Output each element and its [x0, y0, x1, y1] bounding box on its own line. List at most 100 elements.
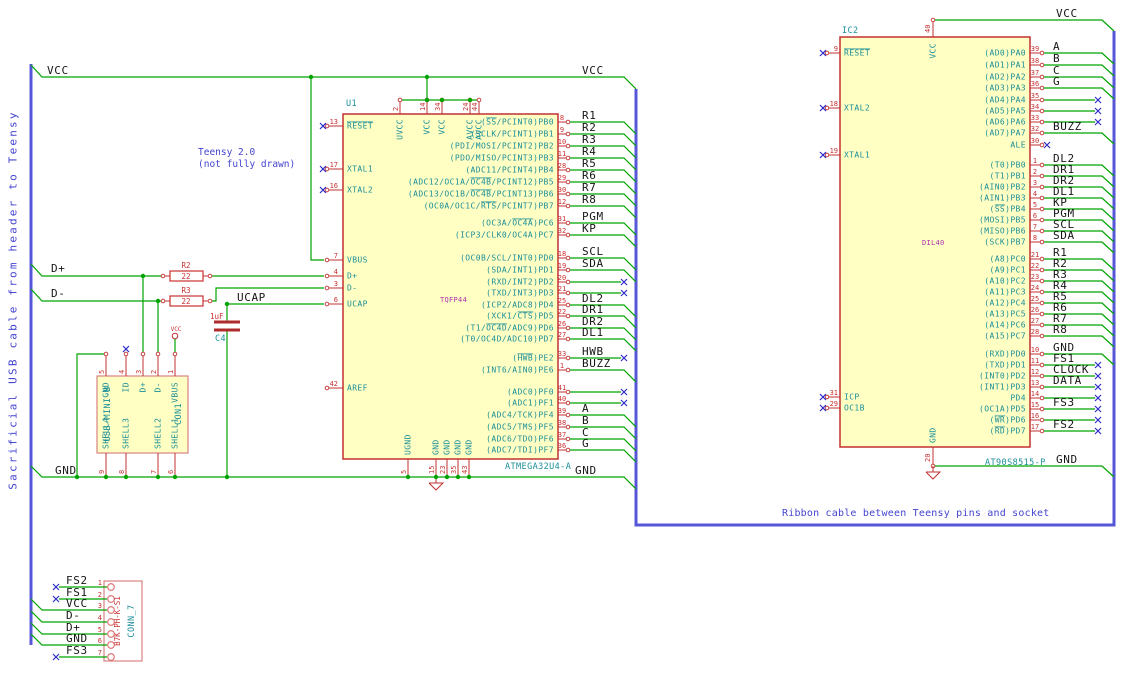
pin-end [1039, 130, 1045, 136]
left-cable-annotation: Sacrificial USB cable from header to Tee… [6, 110, 20, 490]
pin-number: 25 [1031, 295, 1039, 303]
pin-end [324, 166, 330, 172]
u1-ref: U1 [346, 99, 357, 109]
conn7-pad [107, 653, 115, 661]
net-label: GND [55, 464, 77, 477]
conn7-pad [107, 595, 115, 603]
wire-C [570, 438, 637, 452]
junction-dot [224, 474, 230, 480]
pin-number: 5 [400, 470, 408, 474]
pin-name: (ADC13/OC1B/OC4B/PCINT13)PB6 [408, 190, 554, 199]
net-label: FS2 [1053, 418, 1075, 431]
pin-end [324, 301, 330, 307]
pin-end [1039, 97, 1045, 103]
pin-end [160, 298, 166, 304]
pin-end [565, 302, 571, 308]
pin-name: (WR)PD6 [989, 416, 1026, 425]
pin-end [1039, 228, 1045, 234]
pin-number: 30 [1031, 137, 1039, 145]
net-label: DL1 [582, 326, 604, 339]
pin-name: (ICP3/CLK0/OC4A)PC7 [455, 231, 554, 240]
pin-number: 3 [334, 280, 338, 288]
pin-end [324, 187, 330, 193]
c4-capacitor[interactable] [214, 328, 240, 332]
pin-number: 29 [830, 400, 838, 408]
junction-dot [439, 97, 445, 103]
pin-name: UGND [404, 434, 413, 455]
junction-dot [172, 474, 178, 480]
wire-R3 [570, 145, 637, 159]
pin-number: 28 [558, 162, 566, 170]
pin-number: 24 [1031, 284, 1039, 292]
pin-name: (PDO/MISO/PCINT3)PB3 [450, 154, 554, 163]
pin-end [324, 257, 330, 263]
pin-number: 40 [924, 25, 932, 33]
pin-number: 16 [330, 182, 338, 190]
pin-name: (HWB)PE2 [512, 354, 554, 363]
pin-number: 4 [334, 268, 338, 276]
pin-number: 2 [98, 591, 102, 599]
net-label: VCC [1056, 7, 1078, 20]
resistor-r2-value: 22 [181, 272, 190, 281]
pin-end [1039, 289, 1045, 295]
pin-number: 9 [560, 126, 564, 134]
pin-name: (AD7)PA7 [984, 129, 1026, 138]
power-flag-label: VCC [171, 326, 182, 333]
pin-number: 3 [1033, 179, 1037, 187]
pin-number: 21 [1031, 251, 1039, 259]
pin-end [1039, 173, 1045, 179]
teensy-annotation-line2: (not fully drawn) [198, 159, 296, 170]
pin-end [324, 123, 330, 129]
pin-name: (OC1A)PD5 [979, 405, 1026, 414]
pin-end [1039, 217, 1045, 223]
pin-number: 15 [428, 466, 436, 474]
pin-name: (ADC5/TMS)PF5 [486, 423, 554, 432]
net-label: DATA [1053, 374, 1082, 387]
pin-number: 4 [118, 370, 126, 374]
pin-number: 30 [558, 186, 566, 194]
pin-number: 32 [1031, 125, 1039, 133]
pin-name: (AIN0)PB2 [979, 183, 1026, 192]
pin-number: 2 [392, 107, 400, 111]
pin-number: 23 [1031, 273, 1039, 281]
pin-name: (INT0)PD2 [979, 372, 1026, 381]
c4-value: 1uF [210, 312, 224, 321]
pin-end [207, 273, 213, 279]
pin-name: GND [102, 382, 111, 398]
ribbon-cable-annotation: Ribbon cable between Teensy pins and soc… [782, 508, 1050, 519]
pin-number: 11 [558, 150, 566, 158]
pin-number: 35 [1031, 92, 1039, 100]
pin-name: VBUS [347, 256, 368, 265]
pin-number: 7 [98, 649, 102, 657]
pin-number: 9 [98, 470, 106, 474]
pin-number: 2 [150, 370, 158, 374]
pin-end [324, 273, 330, 279]
pin-number: 28 [1031, 328, 1039, 336]
pin-end [565, 447, 571, 453]
pin-name: ALE [1010, 141, 1026, 150]
wire-G [1044, 87, 1115, 100]
pin-name: GND [454, 439, 463, 455]
pin-number: 26 [558, 320, 566, 328]
pin-name: ICP [844, 393, 860, 402]
pin-end [1039, 184, 1045, 190]
pin-end [565, 232, 571, 238]
pin-end [565, 367, 571, 373]
pin-name: (OC0A/OC1C/RTS/PCINT7)PB7 [424, 202, 554, 211]
pin-number: 11 [1031, 357, 1039, 365]
pin-end [565, 203, 571, 209]
pin-number: 8 [560, 114, 564, 122]
junction-dot [123, 474, 129, 480]
pin-end [824, 105, 830, 111]
wire-R6 [570, 181, 637, 195]
pin-name: (AD5)PA5 [984, 107, 1026, 116]
net-label: GND [1056, 453, 1078, 466]
pin-name: (ADC11/PCINT4)PB4 [465, 166, 554, 175]
pin-name: D- [347, 284, 357, 293]
wire-BUZZ [1044, 132, 1115, 145]
net-label: G [1053, 75, 1060, 88]
pin-name: (AD6)PA6 [984, 118, 1026, 127]
pin-end [565, 336, 571, 342]
pin-end [1039, 74, 1045, 80]
wire-R4 [570, 157, 637, 171]
